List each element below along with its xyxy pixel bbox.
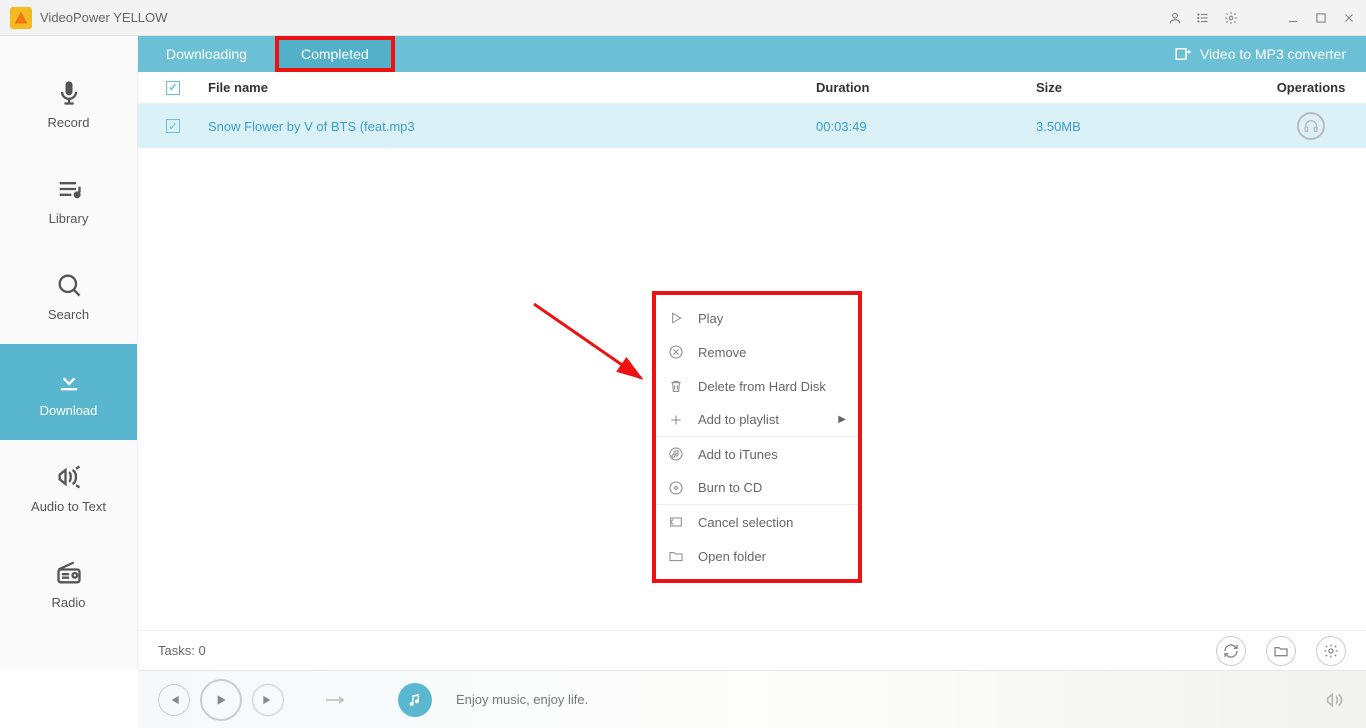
headphones-icon[interactable] [1297, 112, 1325, 140]
folder-icon [1273, 643, 1289, 659]
header-size: Size [1036, 80, 1256, 95]
play-icon [213, 692, 229, 708]
trash-icon [668, 378, 684, 394]
ctx-remove[interactable]: Remove [656, 335, 858, 369]
play-icon [668, 310, 684, 326]
microphone-icon [55, 79, 83, 107]
player-text: Enjoy music, enjoy life. [456, 692, 588, 707]
cancel-icon [668, 514, 684, 530]
plus-icon [668, 412, 684, 428]
header-operations: Operations [1256, 80, 1366, 95]
sidebar-item-label: Library [49, 211, 89, 226]
next-icon [261, 693, 275, 707]
folder-icon [668, 548, 684, 564]
row-checkbox[interactable]: ✓ [166, 119, 180, 133]
list-icon[interactable] [1196, 11, 1210, 25]
converter-label: Video to MP3 converter [1200, 46, 1346, 62]
tasks-count: Tasks: 0 [158, 643, 206, 658]
ctx-label: Delete from Hard Disk [698, 379, 826, 394]
ctx-label: Play [698, 311, 723, 326]
gear-icon [1323, 643, 1339, 659]
radio-icon [55, 559, 83, 587]
ctx-burn-to-cd[interactable]: Burn to CD [656, 471, 858, 505]
minimize-icon[interactable] [1286, 11, 1300, 25]
sidebar: Record Library Search Download Audio to … [0, 36, 138, 670]
refresh-icon [1223, 643, 1239, 659]
submenu-arrow-icon: ▶ [838, 414, 846, 425]
tabs-bar: Downloading Completed Video to MP3 conve… [138, 36, 1366, 72]
sidebar-item-label: Search [48, 307, 89, 322]
cd-icon [668, 480, 684, 496]
ctx-add-to-playlist[interactable]: Add to playlist ▶ [656, 403, 858, 437]
sidebar-item-label: Audio to Text [31, 499, 106, 514]
ctx-label: Burn to CD [698, 480, 762, 495]
ctx-open-folder[interactable]: Open folder [656, 539, 858, 573]
ctx-label: Add to playlist [698, 412, 779, 427]
sidebar-item-label: Download [40, 403, 98, 418]
player-bar: Enjoy music, enjoy life. [138, 670, 1366, 728]
context-menu: Play Remove Delete from Hard Disk Add to… [652, 291, 862, 583]
ctx-play[interactable]: Play [656, 301, 858, 335]
ctx-label: Cancel selection [698, 515, 793, 530]
shuffle-icon[interactable] [324, 694, 348, 706]
row-duration: 00:03:49 [816, 119, 1036, 134]
open-folder-button[interactable] [1266, 636, 1296, 666]
content-area: Play Remove Delete from Hard Disk Add to… [138, 148, 1366, 670]
titlebar-controls [1168, 11, 1356, 25]
remove-icon [668, 344, 684, 360]
audio-to-text-icon [55, 463, 83, 491]
tab-completed-highlight: Completed [275, 36, 395, 72]
row-filename: Snow Flower by V of BTS (feat.mp3 [208, 119, 816, 134]
row-size: 3.50MB [1036, 119, 1256, 134]
play-button[interactable] [200, 679, 242, 721]
next-button[interactable] [252, 684, 284, 716]
itunes-icon [668, 446, 684, 462]
sidebar-item-download[interactable]: Download [0, 344, 137, 440]
ctx-delete-hard-disk[interactable]: Delete from Hard Disk [656, 369, 858, 403]
tab-downloading[interactable]: Downloading [138, 36, 275, 72]
select-all-checkbox[interactable]: ✓ [166, 81, 180, 95]
library-icon [55, 175, 83, 203]
tab-completed[interactable]: Completed [279, 40, 391, 68]
refresh-button[interactable] [1216, 636, 1246, 666]
ctx-label: Open folder [698, 549, 766, 564]
titlebar: VideoPower YELLOW [0, 0, 1366, 36]
app-logo-icon [10, 7, 32, 29]
sidebar-item-search[interactable]: Search [0, 248, 137, 344]
main-panel: Downloading Completed Video to MP3 conve… [138, 36, 1366, 670]
tab-label: Completed [301, 46, 369, 62]
maximize-icon[interactable] [1314, 11, 1328, 25]
ctx-label: Remove [698, 345, 746, 360]
ctx-add-to-itunes[interactable]: Add to iTunes [656, 437, 858, 471]
volume-icon[interactable] [1324, 689, 1346, 711]
settings-button[interactable] [1316, 636, 1346, 666]
now-playing-icon [398, 683, 432, 717]
prev-icon [167, 693, 181, 707]
music-note-icon [407, 692, 423, 708]
status-bar: Tasks: 0 [138, 630, 1366, 670]
close-icon[interactable] [1342, 11, 1356, 25]
header-duration: Duration [816, 80, 1036, 95]
sidebar-item-label: Record [48, 115, 90, 130]
sidebar-item-library[interactable]: Library [0, 152, 137, 248]
annotation-arrow [526, 296, 656, 396]
sidebar-item-label: Radio [52, 595, 86, 610]
sidebar-item-record[interactable]: Record [0, 56, 137, 152]
download-icon [55, 367, 83, 395]
search-icon [55, 271, 83, 299]
export-icon [1174, 45, 1192, 63]
table-row[interactable]: ✓ Snow Flower by V of BTS (feat.mp3 00:0… [138, 104, 1366, 148]
video-to-mp3-button[interactable]: Video to MP3 converter [1174, 45, 1366, 63]
sidebar-item-radio[interactable]: Radio [0, 536, 137, 632]
ctx-label: Add to iTunes [698, 447, 778, 462]
header-filename: File name [208, 80, 816, 95]
table-header: ✓ File name Duration Size Operations [138, 72, 1366, 104]
previous-button[interactable] [158, 684, 190, 716]
tab-label: Downloading [166, 46, 247, 62]
settings-icon[interactable] [1224, 11, 1238, 25]
user-icon[interactable] [1168, 11, 1182, 25]
app-title: VideoPower YELLOW [40, 10, 1168, 25]
ctx-cancel-selection[interactable]: Cancel selection [656, 505, 858, 539]
sidebar-item-audio-to-text[interactable]: Audio to Text [0, 440, 137, 536]
